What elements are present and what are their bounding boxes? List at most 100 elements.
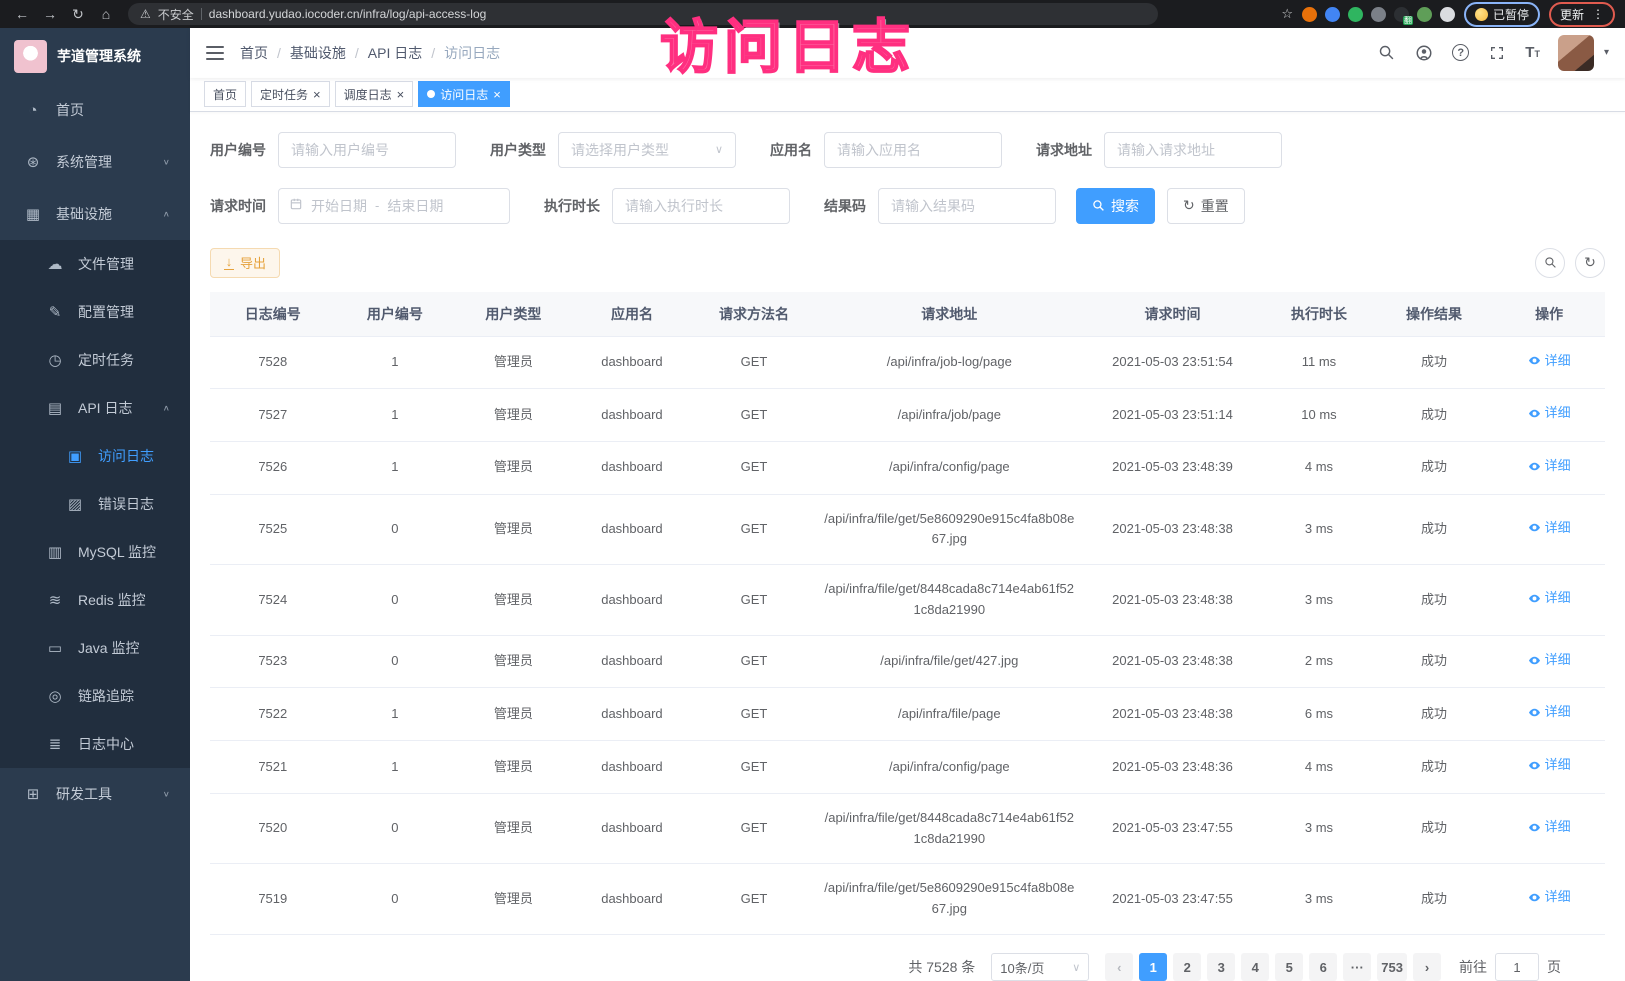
extension-orange-ring-icon[interactable] bbox=[1302, 7, 1317, 22]
cell-id: 7525 bbox=[210, 494, 336, 565]
browser-reload-icon[interactable]: ↻ bbox=[66, 6, 90, 23]
browser-home-icon[interactable]: ⌂ bbox=[94, 6, 118, 22]
detail-link[interactable]: 详细 bbox=[1528, 351, 1571, 372]
sidebar-item-accesslog[interactable]: ▣访问日志 bbox=[0, 432, 190, 480]
result-code-input[interactable] bbox=[878, 188, 1056, 224]
detail-link[interactable]: 详细 bbox=[1528, 650, 1571, 671]
sidebar-item-infra[interactable]: ▦基础设施∧ bbox=[0, 188, 190, 240]
duration-input[interactable] bbox=[612, 188, 790, 224]
page-size-select[interactable]: 10条/页∨ bbox=[991, 953, 1089, 981]
hamburger-icon[interactable] bbox=[206, 46, 224, 60]
detail-link[interactable]: 详细 bbox=[1528, 702, 1571, 723]
search-icon[interactable] bbox=[1376, 43, 1396, 63]
tab-定时任务[interactable]: 定时任务× bbox=[251, 81, 330, 107]
detail-label: 详细 bbox=[1545, 403, 1571, 424]
refresh-table-button[interactable]: ↻ bbox=[1575, 248, 1605, 278]
url-text[interactable]: dashboard.yudao.iocoder.cn/infra/log/api… bbox=[209, 7, 487, 21]
sidebar-item-errorlog[interactable]: ▨错误日志 bbox=[0, 480, 190, 528]
user-type-label: 用户类型 bbox=[490, 140, 546, 160]
emoji-avatar-icon bbox=[1475, 8, 1488, 21]
page-button-1[interactable]: 1 bbox=[1139, 953, 1167, 981]
column-header: 用户类型 bbox=[454, 292, 573, 337]
profile-paused-badge[interactable]: 已暂停 bbox=[1464, 2, 1540, 27]
page-button-2[interactable]: 2 bbox=[1173, 953, 1201, 981]
trace-eye-icon: ◎ bbox=[46, 687, 64, 705]
extension-blue-shield-icon[interactable] bbox=[1325, 7, 1340, 22]
address-bar[interactable]: ⚠ 不安全 dashboard.yudao.iocoder.cn/infra/l… bbox=[128, 3, 1158, 25]
tab-首页[interactable]: 首页 bbox=[204, 81, 246, 107]
sidebar-item-trace[interactable]: ◎链路追踪 bbox=[0, 672, 190, 720]
sidebar-item-mysql[interactable]: ▥MySQL 监控 bbox=[0, 528, 190, 576]
extension-gray-green-icon[interactable] bbox=[1417, 7, 1432, 22]
close-icon[interactable]: × bbox=[313, 88, 321, 101]
sidebar-item-system[interactable]: ⊛系统管理∨ bbox=[0, 136, 190, 188]
date-range-picker[interactable]: 开始日期 - 结束日期 bbox=[278, 188, 510, 224]
page-button-3[interactable]: 3 bbox=[1207, 953, 1235, 981]
detail-link[interactable]: 详细 bbox=[1528, 403, 1571, 424]
sidebar-item-job[interactable]: ◷定时任务 bbox=[0, 336, 190, 384]
next-page-button[interactable]: › bbox=[1413, 953, 1441, 981]
request-url-input[interactable] bbox=[1104, 132, 1282, 168]
extension-grid-icon[interactable] bbox=[1371, 7, 1386, 22]
extension-translator-icon[interactable]: 翻 bbox=[1394, 7, 1409, 22]
browser-back-icon[interactable]: ← bbox=[10, 6, 34, 22]
close-icon[interactable]: × bbox=[493, 88, 501, 101]
page-button-5[interactable]: 5 bbox=[1275, 953, 1303, 981]
close-icon[interactable]: × bbox=[397, 88, 405, 101]
help-icon[interactable]: ? bbox=[1452, 44, 1469, 61]
search-button[interactable]: 搜索 bbox=[1076, 188, 1155, 224]
schedule-icon: ◷ bbox=[46, 351, 64, 369]
security-label[interactable]: 不安全 bbox=[158, 6, 194, 23]
browser-update-button[interactable]: 更新 ⋮ bbox=[1549, 2, 1615, 27]
font-size-icon[interactable]: TT bbox=[1525, 44, 1540, 61]
sidebar-item-file[interactable]: ☁文件管理 bbox=[0, 240, 190, 288]
extension-green-circle-icon[interactable] bbox=[1348, 7, 1363, 22]
browser-chrome: ← → ↻ ⌂ ⚠ 不安全 dashboard.yudao.iocoder.cn… bbox=[0, 0, 1625, 28]
sidebar-item-devtools[interactable]: ⊞研发工具∨ bbox=[0, 768, 190, 820]
sidebar-item-label: 首页 bbox=[56, 100, 84, 120]
toggle-search-button[interactable] bbox=[1535, 248, 1565, 278]
bookmark-star-icon[interactable]: ☆ bbox=[1281, 6, 1293, 22]
avatar-caret-icon[interactable]: ▾ bbox=[1604, 47, 1609, 58]
app-logo[interactable]: 芋道管理系统 bbox=[0, 28, 190, 84]
app-name-input[interactable] bbox=[824, 132, 1002, 168]
sidebar-item-redis[interactable]: ≋Redis 监控 bbox=[0, 576, 190, 624]
detail-link[interactable]: 详细 bbox=[1528, 588, 1571, 609]
detail-link[interactable]: 详细 bbox=[1528, 518, 1571, 539]
user-id-input[interactable] bbox=[278, 132, 456, 168]
cell-user_type: 管理员 bbox=[454, 793, 573, 864]
page-button-4[interactable]: 4 bbox=[1241, 953, 1269, 981]
tab-访问日志[interactable]: 访问日志× bbox=[418, 81, 510, 107]
sidebar-item-java[interactable]: ▭Java 监控 bbox=[0, 624, 190, 672]
page-button-6[interactable]: 6 bbox=[1309, 953, 1337, 981]
tab-调度日志[interactable]: 调度日志× bbox=[335, 81, 414, 107]
detail-link[interactable]: 详细 bbox=[1528, 817, 1571, 838]
reset-button[interactable]: ↻ 重置 bbox=[1167, 188, 1245, 224]
breadcrumb-item[interactable]: 基础设施 bbox=[290, 43, 346, 63]
github-icon[interactable] bbox=[1414, 43, 1434, 63]
goto-page-input[interactable] bbox=[1495, 953, 1539, 981]
breadcrumb-item[interactable]: 首页 bbox=[240, 43, 268, 63]
user-type-select[interactable]: 请选择用户类型 ∨ bbox=[558, 132, 736, 168]
prev-page-button[interactable]: ‹ bbox=[1105, 953, 1133, 981]
cell-action: 详细 bbox=[1493, 688, 1605, 741]
detail-link[interactable]: 详细 bbox=[1528, 755, 1571, 776]
more-pages-button[interactable]: ··· bbox=[1343, 953, 1371, 981]
detail-link[interactable]: 详细 bbox=[1528, 456, 1571, 477]
sidebar-item-config[interactable]: ✎配置管理 bbox=[0, 288, 190, 336]
user-avatar[interactable] bbox=[1558, 35, 1594, 71]
sidebar-item-logcenter[interactable]: ≣日志中心 bbox=[0, 720, 190, 768]
cell-method: GET bbox=[691, 635, 817, 688]
fullscreen-icon[interactable] bbox=[1487, 43, 1507, 63]
breadcrumb-item[interactable]: API 日志 bbox=[368, 43, 422, 63]
browser-forward-icon[interactable]: → bbox=[38, 6, 62, 22]
extension-pin-icon[interactable] bbox=[1440, 7, 1455, 22]
sidebar-item-label: Java 监控 bbox=[78, 638, 139, 658]
overflow-menu-icon[interactable]: ⋮ bbox=[1592, 7, 1604, 21]
detail-link[interactable]: 详细 bbox=[1528, 887, 1571, 908]
table-row: 75200管理员dashboardGET/api/infra/file/get/… bbox=[210, 793, 1605, 864]
sidebar-item-apilog[interactable]: ▤API 日志∧ bbox=[0, 384, 190, 432]
page-button-753[interactable]: 753 bbox=[1377, 953, 1407, 981]
export-button[interactable]: ↓ 导出 bbox=[210, 248, 280, 278]
sidebar-item-home[interactable]: ◔首页 bbox=[0, 84, 190, 136]
